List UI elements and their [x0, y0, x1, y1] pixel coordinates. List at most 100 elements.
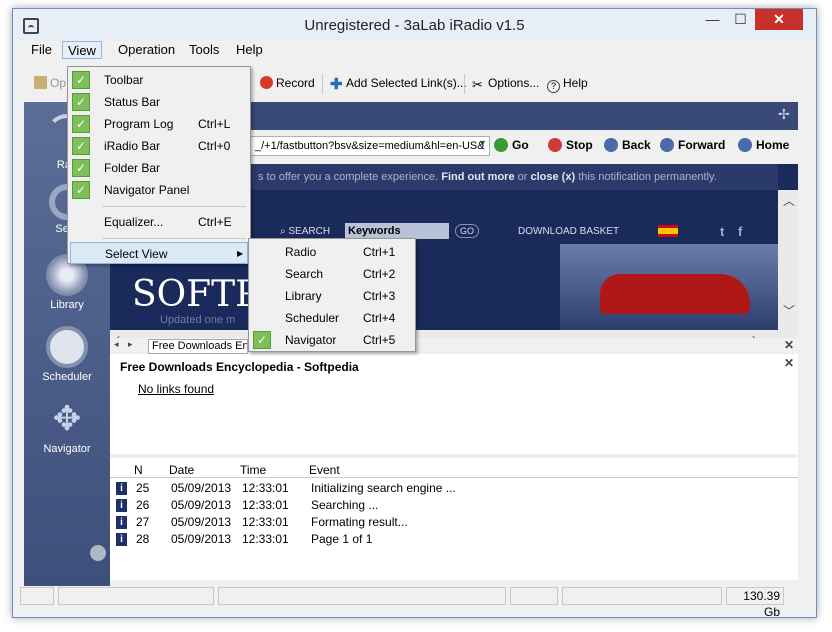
plus-icon: ✚	[330, 76, 343, 93]
log-row[interactable]: i 25 05/09/2013 12:33:01 Initializing se…	[110, 480, 790, 497]
submenu-item-label: Navigator	[285, 333, 337, 347]
check-icon: ✓	[72, 71, 90, 89]
nav-navigator[interactable]: ✥ Navigator	[24, 398, 110, 455]
menu-item-toolbar[interactable]: ✓ Toolbar	[70, 69, 248, 91]
col-date[interactable]: Date	[169, 463, 194, 477]
links-title: Free Downloads Encyclopedia - Softpedia	[120, 360, 359, 374]
stop-button[interactable]: Stop	[548, 138, 593, 152]
maximize-button[interactable]: ☐	[727, 9, 754, 30]
notification-or: or	[517, 171, 528, 183]
forward-button[interactable]: Forward	[660, 138, 725, 152]
window-title: Unregistered - 3aLab iRadio v1.5	[304, 17, 525, 34]
links-pane: Free Downloads Encyclopedia - Softpedia …	[110, 354, 798, 454]
find-out-more-link[interactable]: Find out more	[441, 171, 514, 183]
minimize-button[interactable]: —	[699, 9, 726, 30]
info-icon: i	[116, 516, 127, 529]
notification-text: s to offer you a complete experience.	[258, 171, 439, 183]
back-label: Back	[622, 138, 651, 152]
info-icon: i	[116, 533, 127, 546]
menu-item-status-bar[interactable]: ✓ Status Bar	[70, 91, 248, 113]
menu-item-iradio-bar[interactable]: ✓ iRadio Bar Ctrl+0	[70, 135, 248, 157]
tab-next-icon[interactable]: ▸	[128, 339, 133, 350]
scroll-up-icon[interactable]: ︿	[783, 192, 795, 209]
menu-file[interactable]: File	[26, 41, 57, 59]
options-button[interactable]: ✂ Options...	[472, 76, 539, 92]
submenu-item-radio[interactable]: Radio Ctrl+1	[251, 241, 413, 263]
back-button[interactable]: Back	[604, 138, 651, 152]
record-button[interactable]: Record	[260, 76, 315, 90]
col-n[interactable]: N	[134, 463, 143, 477]
twitter-icon[interactable]: t	[720, 224, 724, 239]
close-notification-link[interactable]: close (x)	[530, 171, 575, 183]
log-row[interactable]: i 27 05/09/2013 12:33:01 Formating resul…	[110, 514, 790, 531]
scroll-down-icon[interactable]: ﹀	[783, 302, 795, 319]
close-links-icon[interactable]: ✕	[784, 356, 794, 370]
equalizer-icon[interactable]	[90, 545, 106, 561]
menu-item-label: Equalizer...	[104, 215, 164, 229]
submenu-item-search[interactable]: Search Ctrl+2	[251, 263, 413, 285]
record-icon	[260, 76, 273, 89]
menu-item-folder-bar[interactable]: ✓ Folder Bar	[70, 157, 248, 179]
status-cell	[20, 587, 54, 605]
toolbar-separator	[322, 74, 323, 94]
menu-item-select-view[interactable]: Select View ▶	[70, 242, 248, 264]
menu-item-shortcut: Ctrl+0	[198, 139, 231, 153]
menu-item-label: Folder Bar	[104, 161, 161, 175]
url-dropdown-icon[interactable]: ▼	[478, 138, 487, 148]
nav-library-label: Library	[50, 299, 84, 311]
tools-icon: ✂	[472, 77, 483, 92]
browser-vertical-scrollbar[interactable]: ︿ ﹀	[778, 190, 798, 340]
menu-item-label: Toolbar	[104, 73, 144, 87]
tab-prev-icon[interactable]: ◂	[114, 339, 119, 350]
keywords-input[interactable]: Keywords	[345, 223, 449, 239]
site-go-button[interactable]: GO	[455, 224, 479, 238]
menu-item-navigator-panel[interactable]: ✓ Navigator Panel	[70, 179, 248, 201]
options-label: Options...	[488, 76, 540, 90]
nav-scheduler[interactable]: Scheduler	[24, 326, 110, 383]
facebook-icon[interactable]: f	[738, 224, 742, 239]
add-links-button[interactable]: ✚ Add Selected Link(s)...	[330, 76, 467, 92]
log-date: 05/09/2013	[171, 532, 232, 546]
menu-tools[interactable]: Tools	[184, 41, 224, 59]
stop-label: Stop	[566, 138, 593, 152]
log-row[interactable]: i 26 05/09/2013 12:33:01 Searching ...	[110, 497, 790, 514]
softpedia-logo: SOFTP	[132, 274, 260, 315]
close-tab-icon[interactable]: ✕	[784, 338, 794, 352]
log-row[interactable]: i 28 05/09/2013 12:33:01 Page 1 of 1	[110, 531, 790, 548]
submenu-item-library[interactable]: Library Ctrl+3	[251, 285, 413, 307]
menu-item-shortcut: Ctrl+L	[198, 117, 231, 131]
menu-item-equalizer[interactable]: Equalizer... Ctrl+E	[70, 211, 248, 233]
volume-slider[interactable]	[562, 587, 722, 605]
menu-item-label: Program Log	[104, 117, 174, 131]
view-menu-dropdown: ✓ Toolbar ✓ Status Bar ✓ Program Log Ctrl+L …	[67, 66, 251, 264]
no-links-found-link[interactable]: No links found	[138, 382, 214, 396]
log-event: Searching ...	[311, 498, 379, 512]
open-button[interactable]: Op	[34, 76, 66, 90]
menu-separator	[102, 206, 246, 207]
go-label: Go	[512, 138, 529, 152]
download-basket-link[interactable]: DOWNLOAD BASKET	[518, 226, 619, 237]
status-radio-indicator	[510, 587, 558, 605]
select-view-submenu: Radio Ctrl+1 Search Ctrl+2 Library Ctrl+3 S…	[248, 238, 416, 352]
submenu-item-navigator[interactable]: ✓ Navigator Ctrl+5	[251, 329, 413, 351]
menu-help[interactable]: Help	[231, 41, 268, 59]
col-time[interactable]: Time	[240, 463, 266, 477]
go-button[interactable]: Go	[494, 138, 529, 152]
pin-icon[interactable]: ✢	[778, 106, 790, 123]
help-button[interactable]: ? Help	[547, 76, 588, 93]
language-flag-icon[interactable]	[658, 225, 678, 237]
tab-free-downloads[interactable]: Free Downloads En	[148, 339, 248, 354]
menu-operation[interactable]: Operation	[113, 41, 180, 59]
col-event[interactable]: Event	[309, 463, 340, 477]
submenu-item-scheduler[interactable]: Scheduler Ctrl+4	[251, 307, 413, 329]
site-search-text: SEARCH	[288, 226, 331, 237]
submenu-item-shortcut: Ctrl+3	[363, 289, 396, 303]
menu-item-program-log[interactable]: ✓ Program Log Ctrl+L	[70, 113, 248, 135]
close-button[interactable]: ✕	[755, 9, 803, 30]
site-search-label: ⌕ SEARCH	[280, 226, 331, 237]
home-button[interactable]: Home	[738, 138, 789, 152]
help-label: Help	[563, 76, 588, 90]
nav-navigator-label: Navigator	[43, 443, 91, 455]
submenu-arrow-icon: ▶	[237, 249, 244, 258]
menu-view[interactable]: View	[62, 41, 102, 59]
